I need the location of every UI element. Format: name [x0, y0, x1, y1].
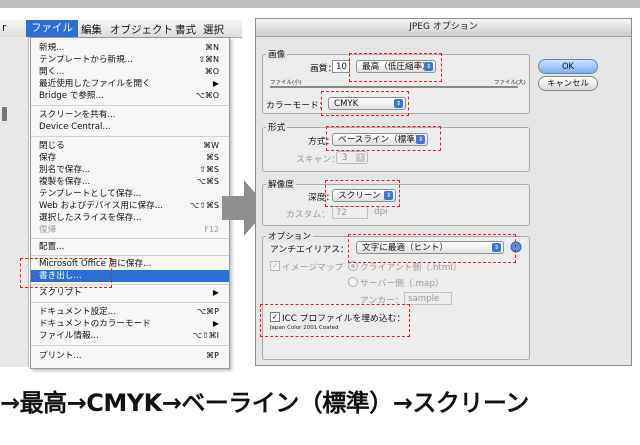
- popup-arrows-icon: ⇕: [356, 153, 365, 162]
- highlight-box-export: [20, 258, 112, 288]
- format-group-label: 形式: [266, 121, 288, 133]
- submenu-arrow-icon: ▶: [212, 319, 219, 328]
- options-group-label: オプション: [266, 230, 313, 242]
- scans-label: スキャン：: [296, 155, 340, 165]
- highlight-box-icc: [260, 304, 410, 337]
- resolution-group-label: 解像度: [266, 178, 296, 190]
- image-group-label: 画像: [266, 48, 288, 60]
- antialias-label: アンチエイリアス：: [270, 245, 349, 255]
- menu-separator: [31, 345, 229, 346]
- highlight-box-quality: [349, 53, 442, 82]
- menu-item-save-template[interactable]: テンプレートとして保存...: [39, 188, 223, 200]
- menu-item-save-copy[interactable]: 複製を保存... ⌥⌘S: [39, 176, 223, 188]
- app-window-edge: [0, 37, 29, 367]
- menu-separator: [31, 302, 229, 303]
- menu-bar-item-edit[interactable]: 編集: [81, 22, 102, 37]
- menu-separator: [31, 255, 229, 256]
- menu-item-open[interactable]: 開く... ⌘O: [39, 66, 223, 78]
- color-model-label: カラーモード：: [266, 101, 328, 111]
- top-gray-bar: [0, 0, 640, 8]
- menu-item-file-info[interactable]: ファイル情報... ⌥⇧⌘I: [39, 330, 223, 342]
- menu-separator: [31, 136, 229, 137]
- menu-bar-item-cut: r: [2, 22, 7, 34]
- highlight-box-depth: [325, 180, 400, 207]
- custom-resolution-unit: dpi: [374, 207, 388, 217]
- file-menu: 新規... ⌘N テンプレートから新規... ⇧⌘N 開く... ⌘O 最近使用したフ…: [30, 37, 230, 369]
- menu-item-revert: 復帰 F12: [39, 225, 219, 235]
- menu-item-share-screen[interactable]: スクリーンを共有...: [39, 109, 223, 121]
- menu-item-new[interactable]: 新規... ⌘N: [39, 42, 223, 54]
- server-side-label: サーバー側（.map）: [360, 279, 444, 289]
- quality-input[interactable]: 10: [332, 60, 350, 73]
- small-file-label: ファイル(小): [270, 80, 302, 86]
- highlight-box-antialias: [348, 234, 516, 263]
- menu-item-place[interactable]: 配置...: [39, 241, 223, 253]
- menu-item-document-setup[interactable]: ドキュメント設定... ⌥⌘P: [39, 306, 223, 318]
- submenu-arrow-icon: ▶: [212, 288, 219, 297]
- menu-item-document-color-mode[interactable]: ドキュメントのカラーモード ▶: [39, 318, 223, 330]
- menu-bar-item-file[interactable]: ファイル: [26, 20, 78, 37]
- ok-button[interactable]: OK: [538, 59, 598, 74]
- menu-item-new-from-template[interactable]: テンプレートから新規... ⇧⌘N: [39, 54, 223, 66]
- menu-bar: r ファイル 編集 オブジェクト 書式 選択: [0, 20, 242, 38]
- custom-resolution-input: 72: [332, 206, 368, 219]
- server-side-radio: [348, 277, 358, 287]
- caption-text: →最高→CMYK→ベーライン（標準）→スクリーン: [0, 389, 529, 417]
- menu-item-close[interactable]: 閉じる ⌘W: [39, 140, 223, 152]
- dialog-title: JPEG オプション: [256, 19, 631, 37]
- menu-item-save-for-web[interactable]: Web およびデバイス用に保存... ⌥⇧⌘S: [39, 200, 223, 212]
- menu-item-device-central[interactable]: Device Central...: [39, 121, 223, 133]
- image-map-checkbox: ✓: [270, 261, 280, 271]
- large-file-label: ファイル(大): [494, 80, 526, 86]
- menu-item-save-as[interactable]: 別名で保存... ⇧⌘S: [39, 164, 223, 176]
- menu-bar-item-object[interactable]: オブジェクト: [110, 22, 173, 37]
- menu-item-open-recent[interactable]: 最近使用したファイルを開く ▶: [39, 78, 223, 90]
- menu-bar-item-select[interactable]: 選択: [203, 22, 224, 37]
- quality-slider[interactable]: [270, 86, 518, 88]
- menu-item-save[interactable]: 保存 ⌘S: [39, 152, 223, 164]
- submenu-arrow-icon: ▶: [212, 79, 219, 88]
- custom-resolution-label: カスタム：: [286, 210, 330, 220]
- menu-item-browse-bridge[interactable]: Bridge で参照... ⌥⌘O: [39, 90, 223, 102]
- window-control: [2, 107, 7, 121]
- image-map-label: イメージマップ: [282, 263, 344, 273]
- menu-item-print[interactable]: プリント... ⌘P: [39, 350, 223, 362]
- menu-separator: [31, 238, 229, 239]
- menu-item-save-slices[interactable]: 選択したスライスを保存...: [39, 212, 223, 224]
- menu-separator: [31, 105, 229, 106]
- cancel-button[interactable]: キャンセル: [538, 76, 598, 91]
- menu-bar-item-type[interactable]: 書式: [175, 22, 196, 37]
- menu-item-scripts[interactable]: スクリプト ▶: [39, 287, 223, 299]
- highlight-box-color-model: [321, 91, 409, 116]
- highlight-box-method: [326, 126, 441, 151]
- anchor-input: sample: [404, 292, 452, 305]
- scans-select: 3 ⇕: [336, 151, 368, 164]
